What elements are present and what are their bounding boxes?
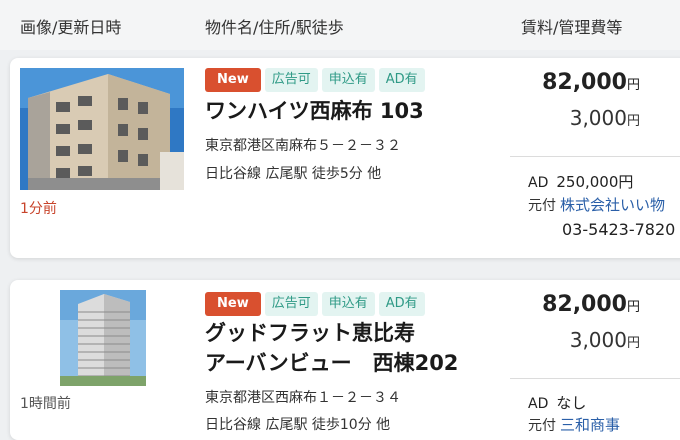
listing-card[interactable]: 1時間前 New 広告可 申込有 AD有 グッドフラット恵比寿 アーバンビュー … [10, 280, 680, 440]
tag-application: 申込有 [321, 292, 375, 316]
property-address: 東京都港区南麻布５－２－３２ [205, 138, 401, 154]
updated-time: 1分前 [20, 201, 57, 217]
ad-value: なし [556, 394, 587, 412]
fee-value: 3,000 [569, 106, 627, 130]
property-address: 東京都港区西麻布１－２－３４ [205, 390, 401, 406]
header-name-address: 物件名/住所/駅徒歩 [205, 18, 344, 37]
property-name[interactable]: グッドフラット恵比寿 アーバンビュー 西棟202 [205, 318, 458, 378]
yen-unit: 円 [626, 114, 640, 129]
tag-ad: AD有 [378, 292, 425, 316]
list-header: 画像/更新日時 物件名/住所/駅徒歩 賃料/管理費等 [0, 0, 680, 50]
yen-unit: 円 [626, 336, 640, 351]
listing-card[interactable]: 1分前 New 広告可 申込有 AD有 ワンハイツ西麻布 103 東京都港区南麻… [10, 58, 680, 258]
agent-phone[interactable]: 03-5423-7820 [562, 220, 675, 239]
station-access: 日比谷線 広尾駅 徒歩10分 他 [205, 417, 391, 433]
tag-list: New 広告可 申込有 AD有 [205, 68, 425, 92]
property-name-line[interactable]: アーバンビュー 西棟202 [205, 348, 458, 378]
management-fee: 3,000円 [570, 328, 640, 352]
ad-row: AD 250,000円 [528, 171, 633, 192]
agent-label: 元付 [528, 198, 556, 214]
ad-label: AD [528, 175, 549, 191]
tag-ad: AD有 [378, 68, 425, 92]
fee-value: 3,000 [569, 328, 627, 352]
rent-amount: 82,000円 [542, 292, 640, 317]
ad-label: AD [528, 396, 549, 412]
station-access: 日比谷線 広尾駅 徒歩5分 他 [205, 166, 382, 182]
agent-row: 元付 株式会社いい物 [528, 194, 665, 215]
rent-value: 82,000 [542, 292, 627, 317]
agent-row: 元付 三和商事 [528, 414, 620, 435]
agent-link[interactable]: 三和商事 [560, 416, 620, 434]
property-photo[interactable] [60, 290, 146, 386]
property-name[interactable]: ワンハイツ西麻布 103 [205, 96, 424, 126]
header-image-date: 画像/更新日時 [20, 18, 122, 37]
yen-unit: 円 [626, 300, 640, 315]
ad-row: AD なし [528, 392, 586, 413]
updated-time: 1時間前 [20, 396, 71, 412]
rent-amount: 82,000円 [542, 70, 640, 95]
property-photo[interactable] [20, 68, 184, 190]
agent-link[interactable]: 株式会社いい物 [560, 196, 665, 214]
agent-label: 元付 [528, 418, 556, 434]
property-name-line[interactable]: グッドフラット恵比寿 [205, 318, 458, 348]
management-fee: 3,000円 [570, 106, 640, 130]
ad-value: 250,000円 [556, 173, 634, 191]
rent-value: 82,000 [542, 70, 627, 95]
header-rent-fee: 賃料/管理費等 [521, 18, 623, 37]
new-badge: New [205, 292, 261, 316]
divider [510, 156, 680, 157]
tag-application: 申込有 [321, 68, 375, 92]
divider [510, 378, 680, 379]
yen-unit: 円 [626, 78, 640, 93]
tag-ad-allowed: 広告可 [264, 68, 318, 92]
tag-ad-allowed: 広告可 [264, 292, 318, 316]
tag-list: New 広告可 申込有 AD有 [205, 292, 425, 316]
new-badge: New [205, 68, 261, 92]
property-name-line[interactable]: ワンハイツ西麻布 103 [205, 96, 424, 126]
